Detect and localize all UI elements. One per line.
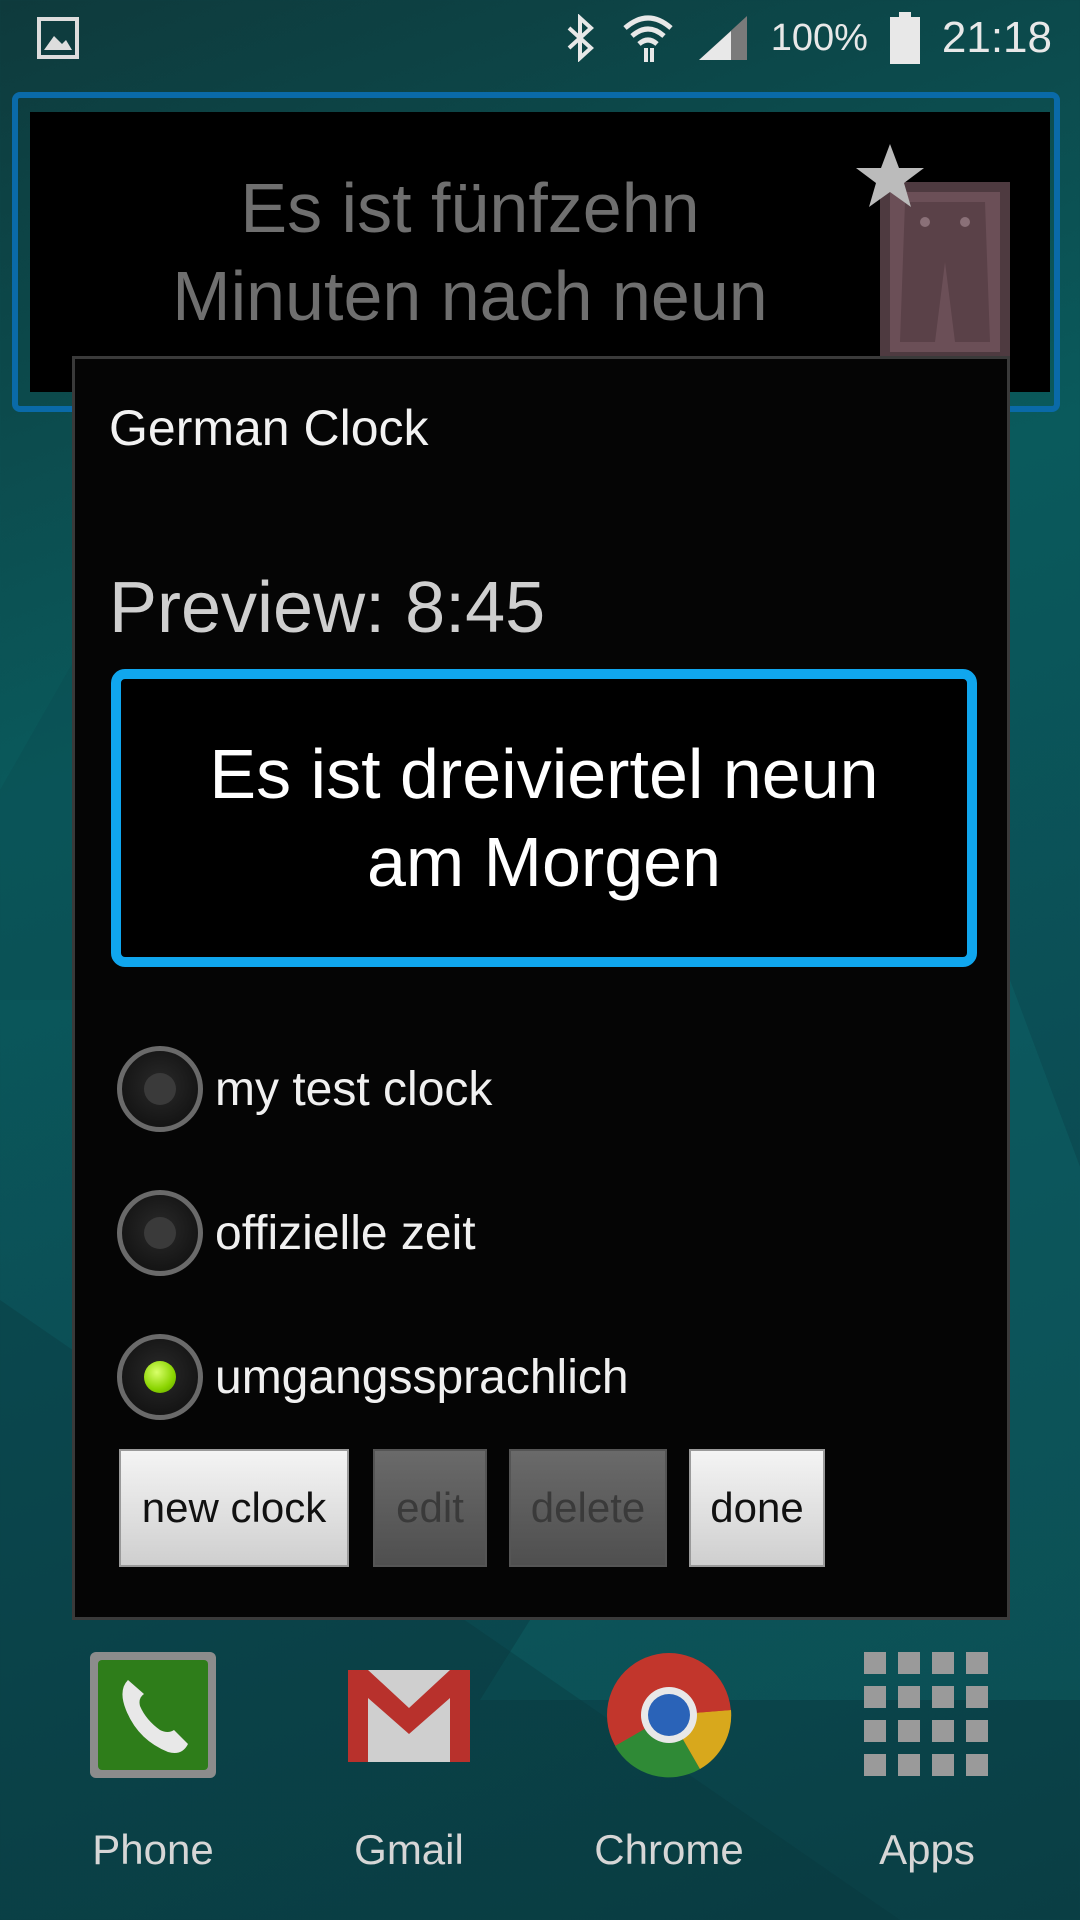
- dock-label: Phone: [92, 1826, 214, 1873]
- status-bar: 100% 21:18: [0, 0, 1080, 76]
- bluetooth-icon: [567, 14, 594, 62]
- dock-label: Gmail: [354, 1826, 464, 1873]
- dock-phone[interactable]: Phone: [48, 1650, 248, 1890]
- new-clock-button[interactable]: new clock: [119, 1449, 349, 1567]
- radio-option-umgangssprachlich[interactable]: umgangssprachlich: [117, 1327, 629, 1427]
- lederhosen-stamp-icon: [856, 144, 1010, 362]
- dock-label: Apps: [879, 1826, 975, 1873]
- dock-gmail[interactable]: Gmail: [304, 1650, 504, 1890]
- battery-icon: [889, 12, 920, 64]
- german-clock-widget[interactable]: Es ist fünfzehn Minuten nach neun Uhr: [30, 112, 1050, 423]
- clock-settings-dialog: German Clock Preview: 8:45 Es ist dreivi…: [72, 356, 1010, 1620]
- gmail-icon: [348, 1670, 470, 1762]
- preview-text: Es ist dreiviertel neun am Morgen: [209, 735, 879, 901]
- gallery-notification-icon: [37, 17, 79, 59]
- dialog-title: German Clock: [109, 400, 429, 456]
- radio-button[interactable]: [117, 1046, 203, 1132]
- edit-button[interactable]: edit: [373, 1449, 487, 1567]
- signal-icon: [698, 16, 747, 60]
- dock-label: Chrome: [594, 1826, 744, 1873]
- preview-label: Preview: 8:45: [109, 568, 546, 648]
- radio-button-selected[interactable]: [117, 1334, 203, 1420]
- radio-label: offizielle zeit: [215, 1206, 476, 1260]
- apps-grid-icon: [864, 1652, 988, 1776]
- preview-box: Es ist dreiviertel neun am Morgen: [111, 669, 977, 967]
- radio-button[interactable]: [117, 1190, 203, 1276]
- done-button[interactable]: done: [689, 1449, 825, 1567]
- phone-icon: [90, 1652, 216, 1778]
- radio-label: my test clock: [215, 1062, 493, 1116]
- radio-option-offizielle-zeit[interactable]: offizielle zeit: [117, 1183, 476, 1283]
- clock-time: 21:18: [941, 13, 1052, 62]
- delete-button[interactable]: delete: [509, 1449, 667, 1567]
- wifi-icon: [623, 15, 673, 62]
- dock-apps[interactable]: Apps: [822, 1650, 1022, 1890]
- radio-option-my-test-clock[interactable]: my test clock: [117, 1039, 492, 1139]
- chrome-icon: [607, 1653, 732, 1778]
- radio-label: umgangssprachlich: [215, 1350, 629, 1404]
- dock-chrome[interactable]: Chrome: [564, 1650, 764, 1890]
- battery-percent: 100%: [770, 16, 868, 59]
